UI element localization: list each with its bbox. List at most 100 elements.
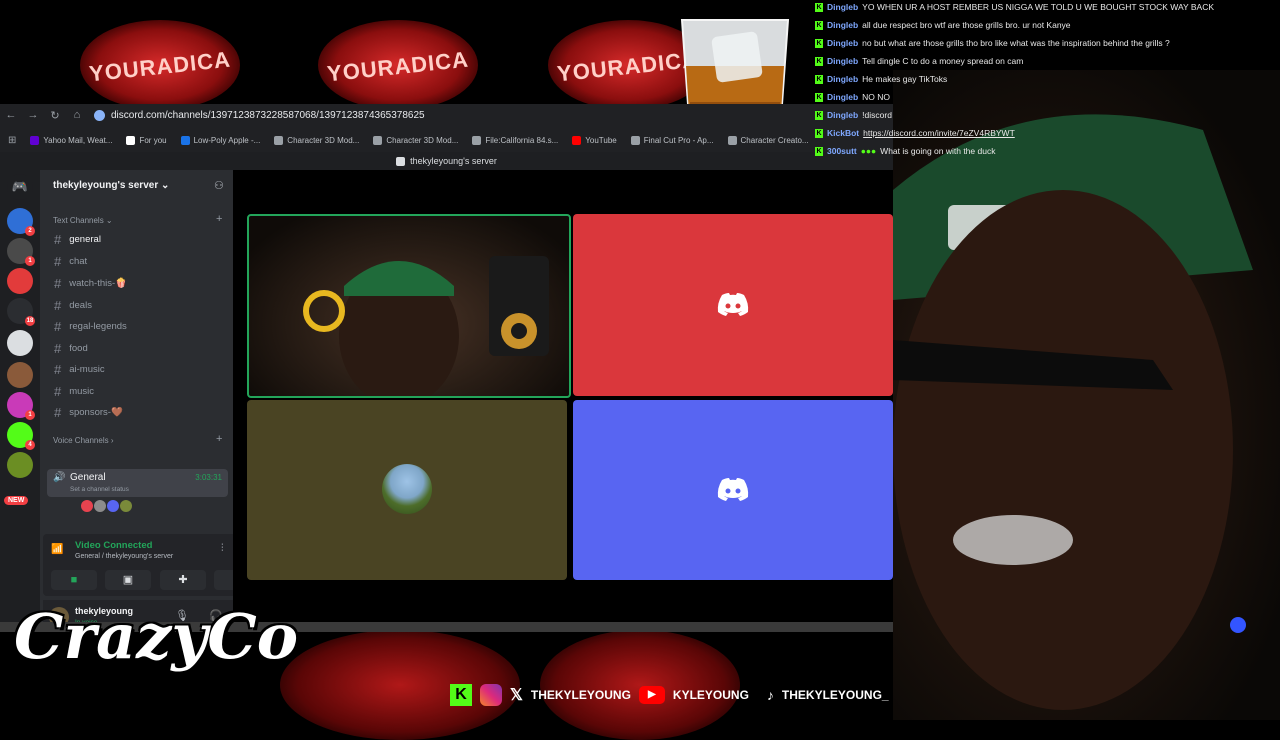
speaker-icon: 🔊 <box>53 472 66 483</box>
invite-icon[interactable]: ⚇ <box>214 179 224 192</box>
direct-messages-icon[interactable]: 🎮 <box>7 174 33 200</box>
bookmark-favicon <box>727 135 737 145</box>
server-icon[interactable]: 1 <box>7 392 35 420</box>
bookmark-item[interactable]: File:California 84.s... <box>472 135 558 145</box>
bookmark-favicon <box>180 135 190 145</box>
hashtag-icon: # <box>54 232 62 247</box>
bookmark-item[interactable]: Final Cut Pro - Ap... <box>630 135 714 145</box>
chat-message: K Dingleb He makes gay TikToks <box>815 72 947 86</box>
tiktok-handle: THEKYLEYOUNG_ <box>781 688 889 702</box>
channel-status-hint[interactable]: Set a channel status <box>70 486 129 493</box>
window-titlebar: thekyleyoung's server <box>0 152 893 170</box>
kick-icon: K <box>815 146 823 156</box>
kick-icon: K <box>815 20 823 30</box>
avatar <box>382 464 432 514</box>
server-icon[interactable]: 2 <box>7 208 35 236</box>
unread-badge: 4 <box>25 440 35 450</box>
channel-sidebar: thekyleyoung's server ⌄ ⚇ Text Channels … <box>40 170 267 632</box>
site-info-icon[interactable] <box>94 109 105 121</box>
streamer-webcam <box>893 70 1280 720</box>
chat-username: Dingleb <box>827 110 859 120</box>
bookmark-item[interactable]: Character Creato... <box>727 135 809 145</box>
channel-watch-this[interactable]: # watch-this-🍿 <box>54 276 127 291</box>
text-channels-category[interactable]: Text Channels ⌄ <box>53 216 113 225</box>
home-icon[interactable]: ⌂ <box>66 109 88 121</box>
kick-icon: K <box>815 92 823 102</box>
brand-logo: CrazyCo <box>14 600 299 673</box>
new-badge: NEW <box>4 496 29 505</box>
server-icon[interactable] <box>7 452 33 478</box>
emote-icons: ●●● <box>860 146 877 156</box>
voice-channel-general[interactable]: 🔊 General 3:03:31 Set a channel status <box>47 469 228 497</box>
avatar[interactable] <box>94 500 106 512</box>
chat-message: K Dingleb NO NO <box>815 90 890 104</box>
server-icon[interactable] <box>7 362 33 388</box>
channel-food[interactable]: # food <box>54 341 88 356</box>
chat-username: Dingleb <box>827 2 859 12</box>
instagram-icon <box>480 684 502 706</box>
video-tile-olive[interactable] <box>247 400 567 580</box>
channel-regal-legends[interactable]: # regal-legends <box>54 319 127 334</box>
avatar[interactable] <box>120 500 132 512</box>
chat-username: Dingleb <box>827 92 859 102</box>
server-name-header[interactable]: thekyleyoung's server ⌄ <box>53 180 169 191</box>
add-channel-icon[interactable]: + <box>216 213 222 225</box>
avatar[interactable] <box>107 500 119 512</box>
bookmark-item[interactable]: Character 3D Mod... <box>274 135 359 145</box>
screen-share-button[interactable]: ▣ <box>105 570 151 590</box>
server-icon[interactable] <box>7 330 33 356</box>
bookmark-item[interactable]: Yahoo Mail, Weat... <box>30 135 112 145</box>
server-icon[interactable]: 1 <box>7 238 35 266</box>
chat-link[interactable]: https://discord.com/invite/7eZV4RBYWT <box>863 128 1015 138</box>
chat-username: Dingleb <box>827 20 859 30</box>
hashtag-icon: # <box>54 384 62 399</box>
channel-general[interactable]: # general <box>54 232 101 247</box>
server-icon[interactable] <box>7 268 33 294</box>
chat-text: YO WHEN UR A HOST REMBER US NIGGA WE TOL… <box>862 2 1215 12</box>
discord-window: thekyleyoung's server 🎮 2 1 18 1 4 NEW t… <box>0 152 893 632</box>
kick-icon: K <box>815 74 823 84</box>
video-tile-blurple[interactable] <box>573 400 893 580</box>
banner-text: YOURADICA <box>325 46 470 87</box>
channel-music[interactable]: # music <box>54 384 94 399</box>
server-icon <box>396 156 406 166</box>
apps-icon[interactable]: ⊞ <box>8 135 16 146</box>
discord-logo-icon <box>717 293 749 316</box>
bookmark-item[interactable]: Low-Poly Apple -... <box>180 135 260 145</box>
bookmark-item[interactable]: Character 3D Mod... <box>373 135 458 145</box>
chat-username: Dingleb <box>827 74 859 84</box>
signal-icon[interactable]: 📶 <box>51 544 63 555</box>
video-tile-red[interactable] <box>573 214 893 396</box>
kick-icon: K <box>815 110 823 120</box>
bookmark-item[interactable]: For you <box>126 135 167 145</box>
hashtag-icon: # <box>54 254 62 269</box>
video-tile-camera[interactable] <box>247 214 571 398</box>
channel-chat[interactable]: # chat <box>54 254 87 269</box>
kick-logo-icon: K <box>450 684 472 706</box>
activities-button[interactable]: ✚ <box>160 570 206 590</box>
add-voice-channel-icon[interactable]: + <box>216 433 222 445</box>
voice-channel-name: General <box>70 472 106 483</box>
reload-icon[interactable]: ↻ <box>44 109 66 122</box>
server-icon[interactable]: 18 <box>7 298 35 326</box>
noise-suppression-icon[interactable]: ⫶ <box>221 543 224 554</box>
server-icon[interactable]: 4 <box>7 422 35 450</box>
bookmarks-bar: ⊞ Yahoo Mail, Weat... For you Low-Poly A… <box>0 130 809 150</box>
channel-sponsors[interactable]: # sponsors-🤎 <box>54 405 123 420</box>
bookmark-favicon <box>274 135 284 145</box>
chat-username: 300sutt <box>827 146 857 156</box>
voice-connected-subtitle[interactable]: General / thekyleyoung's server <box>75 553 173 560</box>
chat-message: K Dingleb all due respect bro wtf are thos… <box>815 18 1071 32</box>
bookmark-favicon <box>126 135 136 145</box>
channel-deals[interactable]: # deals <box>54 298 92 313</box>
camera-button[interactable]: ■ <box>51 570 97 590</box>
address-bar[interactable]: discord.com/channels/1397123873228587068… <box>94 106 425 124</box>
bookmark-item[interactable]: YouTube <box>572 135 617 145</box>
back-icon[interactable]: ← <box>0 109 22 121</box>
banner-1: YOURADICA <box>80 20 240 110</box>
server-list: 🎮 2 1 18 1 4 NEW <box>0 170 40 622</box>
voice-channels-category[interactable]: Voice Channels › <box>53 436 113 445</box>
avatar[interactable] <box>81 500 93 512</box>
channel-ai-music[interactable]: # ai-music <box>54 362 105 377</box>
forward-icon[interactable]: → <box>22 109 44 121</box>
